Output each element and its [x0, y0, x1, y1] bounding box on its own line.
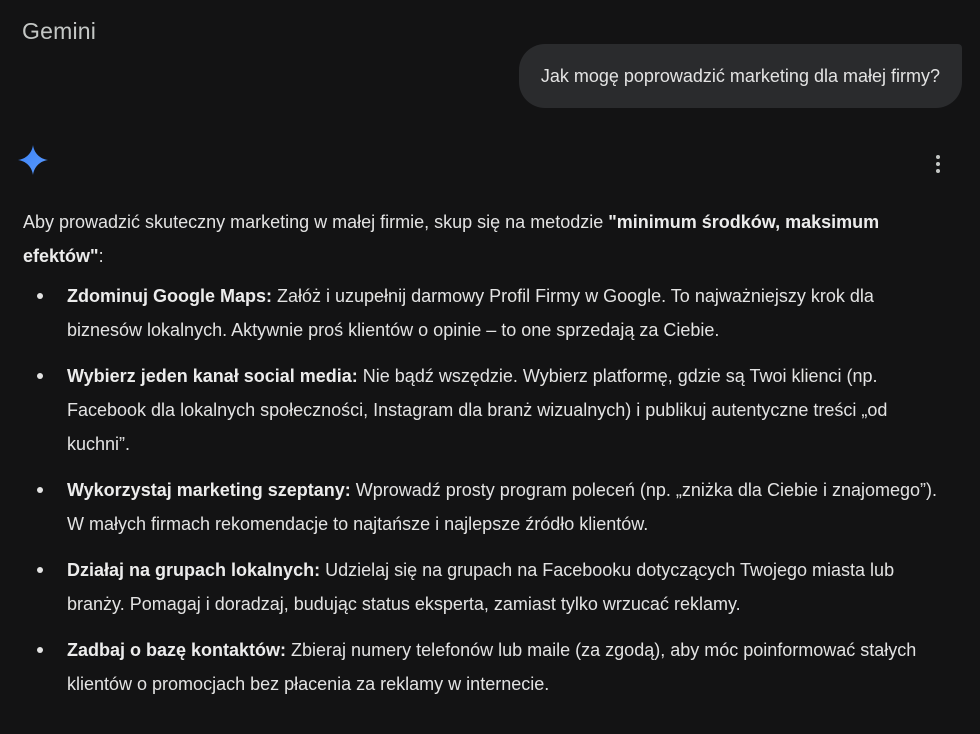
list-item: Wykorzystaj marketing szeptany: Wprowadź… — [23, 473, 953, 541]
list-item-title: Zadbaj o bazę kontaktów: — [67, 640, 287, 660]
response-intro: Aby prowadzić skuteczny marketing w małe… — [23, 212, 880, 266]
response-body: Aby prowadzić skuteczny marketing w małe… — [23, 205, 953, 713]
list-item: Zadbaj o bazę kontaktów: Zbieraj numery … — [23, 633, 953, 701]
list-item-title: Wykorzystaj marketing szeptany: — [67, 480, 351, 500]
list-item-title: Działaj na grupach lokalnych: — [67, 560, 321, 580]
user-message-text: Jak mogę poprowadzić marketing dla małej… — [540, 65, 940, 86]
response-list: Zdominuj Google Maps: Załóż i uzupełnij … — [23, 279, 953, 701]
list-item-title: Wybierz jeden kanał social media: — [67, 366, 358, 386]
list-item-title: Zdominuj Google Maps: — [67, 286, 272, 306]
list-item: Zdominuj Google Maps: Załóż i uzupełnij … — [23, 279, 953, 347]
more-vert-icon[interactable] — [926, 152, 950, 176]
app-title[interactable]: Gemini — [22, 18, 96, 45]
user-message-bubble: Jak mogę poprowadzić marketing dla małej… — [518, 44, 962, 108]
list-item: Wybierz jeden kanał social media: Nie bą… — [23, 359, 953, 461]
list-item: Działaj na grupach lokalnych: Udzielaj s… — [23, 553, 953, 621]
gemini-spark-icon — [18, 145, 48, 175]
